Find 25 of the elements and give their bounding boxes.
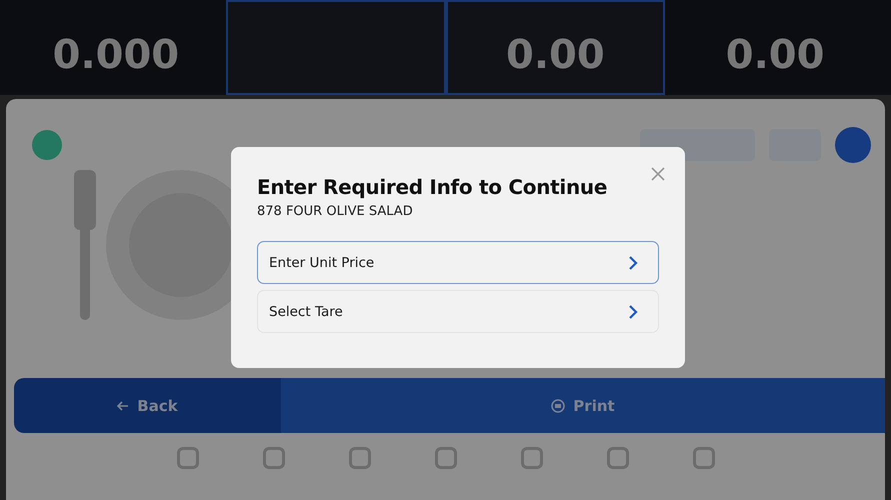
nav-icon[interactable] — [176, 447, 198, 469]
nav-icon[interactable] — [262, 447, 284, 469]
nav-icon[interactable] — [520, 447, 542, 469]
readout-value: 0.000 — [52, 32, 180, 78]
print-button[interactable]: Print — [281, 378, 885, 433]
readout-panel[interactable] — [226, 0, 446, 95]
chevron-right-icon — [628, 304, 638, 320]
close-icon[interactable] — [651, 167, 665, 181]
dialog-title: Enter Required Info to Continue — [257, 175, 608, 199]
status-icon — [32, 130, 62, 160]
nav-icon[interactable] — [348, 447, 370, 469]
nav-icon[interactable] — [692, 447, 714, 469]
printer-icon — [551, 398, 566, 412]
option-button[interactable]: Enter Unit Price — [257, 241, 659, 284]
readout-value: 0.00 — [726, 32, 824, 78]
nav-icon[interactable] — [606, 447, 628, 469]
back-button[interactable]: Back — [14, 378, 281, 433]
readout-value: 0.00 — [506, 32, 605, 78]
info-icon[interactable] — [835, 127, 871, 163]
arrow-left-icon — [117, 400, 130, 410]
nav-icon[interactable] — [434, 447, 456, 469]
chevron-right-icon — [628, 254, 638, 270]
dialog-subtitle: 878 FOUR OLIVE SALAD — [257, 204, 414, 219]
readout-panel[interactable]: 0.00 — [446, 0, 666, 95]
option-button[interactable]: Select Tare — [257, 290, 659, 333]
